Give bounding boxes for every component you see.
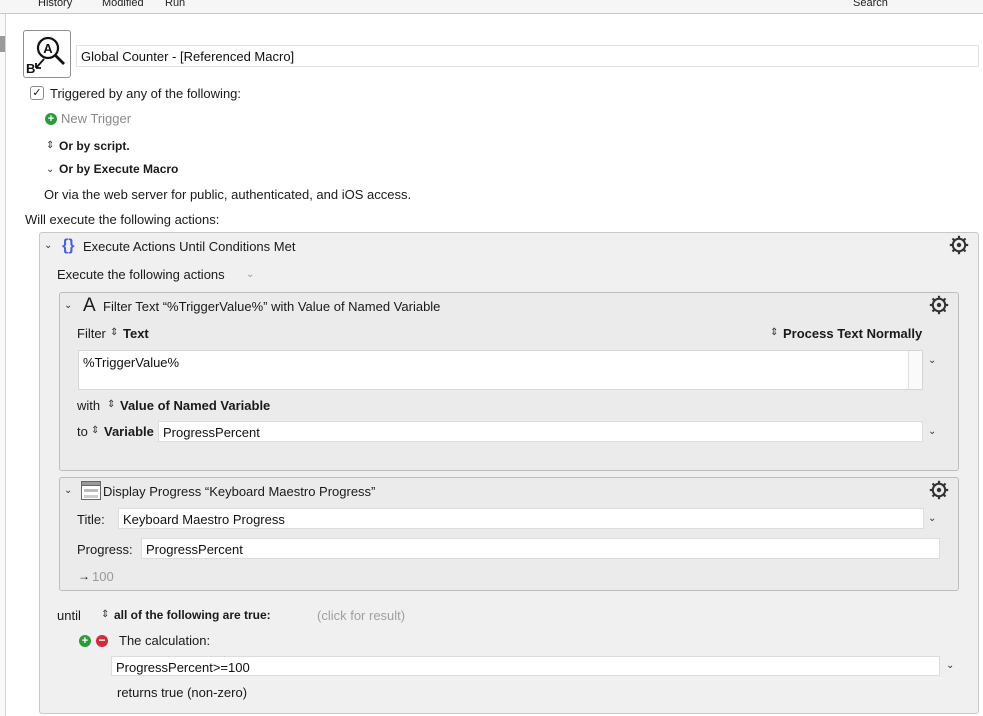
filter-action-title: Filter Text “%TriggerValue%” with Value …	[103, 299, 441, 314]
progress-title-field[interactable]: Keyboard Maestro Progress	[118, 508, 924, 529]
condition-updown-icon[interactable]: ⇕	[101, 609, 109, 620]
variable-chevron-icon[interactable]: ⌄	[928, 426, 936, 437]
with-label: with	[77, 398, 101, 413]
progress-label: Progress:	[77, 542, 133, 557]
braces-icon: {}	[62, 237, 75, 254]
remove-condition-icon[interactable]: −	[96, 634, 108, 647]
progress-result-arrow: →	[78, 569, 90, 583]
text-tokens-chevron-icon[interactable]: ⌄	[928, 355, 936, 366]
progress-value-field[interactable]: ProgressPercent	[141, 538, 940, 559]
will-execute-label: Will execute the following actions:	[25, 212, 220, 227]
progress-gear-icon[interactable]	[929, 480, 949, 500]
to-label: to	[77, 424, 88, 439]
left-gutter	[0, 14, 6, 716]
until-label: until	[57, 608, 81, 623]
search-label[interactable]: Search	[853, 0, 888, 9]
or-by-execute-macro[interactable]: Or by Execute Macro	[59, 162, 178, 176]
modified-button[interactable]: Modified	[102, 0, 144, 9]
progress-action-title: Display Progress “Keyboard Maestro Progr…	[103, 484, 376, 499]
process-updown-icon[interactable]: ⇕	[770, 327, 778, 338]
filter-text-field[interactable]: %TriggerValue%	[78, 350, 923, 390]
dest-variable-field[interactable]: ProgressPercent	[158, 421, 923, 442]
run-button[interactable]: Run	[165, 0, 185, 9]
macro-ab-magnifier-icon[interactable]: A B	[23, 30, 71, 78]
title-chevron-icon[interactable]: ⌄	[928, 513, 936, 524]
calculation-chevron-icon[interactable]: ⌄	[946, 660, 954, 671]
updown-arrows-icon[interactable]: ⇕	[46, 140, 54, 151]
add-trigger-icon[interactable]: +	[45, 113, 57, 125]
svg-text:B: B	[26, 61, 35, 76]
filter-type-updown-icon[interactable]: ⇕	[107, 399, 115, 410]
progress-result-value: 100	[92, 569, 114, 584]
condition-mode-popup[interactable]: all of the following are true:	[114, 608, 271, 622]
source-updown-icon[interactable]: ⇕	[110, 327, 118, 338]
or-by-script[interactable]: Or by script.	[59, 139, 130, 153]
click-for-result-link[interactable]: (click for result)	[317, 608, 405, 623]
history-button[interactable]: History	[38, 0, 72, 9]
returns-label: returns true (non-zero)	[117, 685, 248, 700]
left-resize-handle[interactable]	[0, 36, 5, 52]
progress-title-label: Title:	[77, 512, 105, 527]
text-a-icon: A	[83, 295, 96, 316]
filter-label: Filter	[77, 326, 106, 341]
gear-icon[interactable]	[949, 235, 969, 255]
filter-gear-icon[interactable]	[929, 295, 949, 315]
filter-collapse-chevron-icon[interactable]: ⌄	[64, 300, 72, 311]
svg-text:A: A	[43, 41, 53, 56]
calculation-label: The calculation:	[119, 633, 211, 648]
execute-options-chevron-icon[interactable]: ⌄	[246, 269, 254, 280]
window-progress-icon	[81, 481, 101, 500]
toolbar: History Modified Run Search	[0, 0, 983, 14]
dest-type-popup[interactable]: Variable	[104, 424, 154, 439]
web-server-text: Or via the web server for public, authen…	[44, 187, 412, 202]
progress-collapse-chevron-icon[interactable]: ⌄	[64, 485, 72, 496]
add-condition-icon[interactable]: +	[79, 635, 91, 647]
filter-text-scrollbar[interactable]	[908, 351, 922, 389]
until-collapse-chevron-icon[interactable]: ⌄	[44, 240, 52, 251]
triggered-label: Triggered by any of the following:	[50, 86, 242, 101]
new-trigger-button[interactable]: New Trigger	[61, 111, 131, 126]
source-type-popup[interactable]: Text	[123, 326, 149, 341]
process-mode-popup[interactable]: Process Text Normally	[783, 326, 922, 341]
dest-updown-icon[interactable]: ⇕	[91, 425, 99, 436]
chevron-down-icon[interactable]: ⌄	[46, 164, 54, 175]
execute-following-label[interactable]: Execute the following actions	[57, 267, 225, 282]
macro-name-field[interactable]: Global Counter - [Referenced Macro]	[76, 45, 979, 67]
calculation-field[interactable]: ProgressPercent>=100	[111, 656, 940, 676]
triggered-checkbox[interactable]: ✓	[30, 86, 44, 100]
until-action-title: Execute Actions Until Conditions Met	[83, 239, 296, 254]
filter-type-popup[interactable]: Value of Named Variable	[120, 398, 270, 413]
